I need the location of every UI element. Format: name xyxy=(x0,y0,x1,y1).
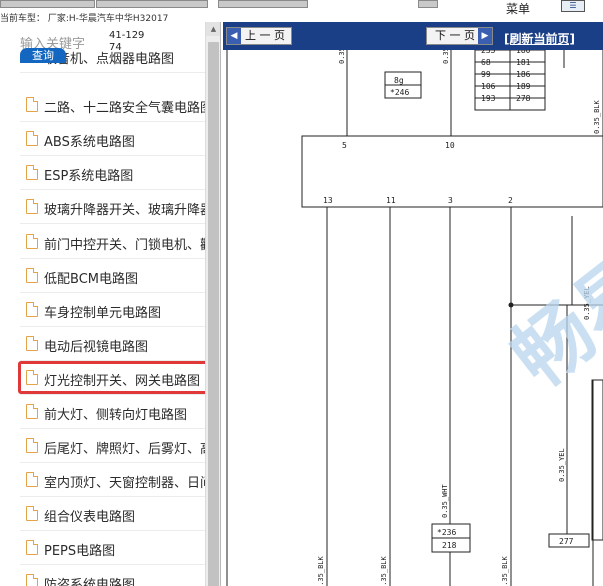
list-item[interactable]: 后尾灯、牌照灯、后雾灯、高 xyxy=(20,430,206,463)
wire-label: 0.35_YEL xyxy=(558,448,566,482)
wiring-diagram: 5 10 13 11 3 2 235 180 68 181 99 186 106… xyxy=(223,50,603,586)
wire-label: 0.35 xyxy=(338,50,346,64)
document-icon xyxy=(26,472,38,487)
menu-icon[interactable]: ☰ xyxy=(561,0,585,12)
box-bottom-label: 218 xyxy=(442,541,457,550)
wire-label: 0.35_BLK xyxy=(593,99,601,134)
next-page-button[interactable]: 下 一 页 ▶ xyxy=(426,27,493,45)
table-cell: 180 xyxy=(516,50,531,55)
table-cell: 235 xyxy=(481,50,496,55)
document-icon xyxy=(26,131,38,146)
toolbar-button[interactable] xyxy=(418,0,438,8)
list-item[interactable]: 电动后视镜电路图 xyxy=(20,328,206,361)
selection-highlight xyxy=(18,361,209,394)
pin-numbers: 5 10 13 11 3 2 xyxy=(323,141,513,205)
table-cell: 181 xyxy=(516,58,531,67)
list-item[interactable]: PEPS电路图 xyxy=(20,532,206,565)
list-item[interactable]: 二路、十二路安全气囊电路图 xyxy=(20,89,206,122)
document-icon xyxy=(26,540,38,555)
list-item[interactable]: 组合仪表电路图 xyxy=(20,498,206,531)
list-item-label: 组合仪表电路图 xyxy=(44,510,136,525)
box-top: 8g *246 xyxy=(384,71,422,99)
table-cell: 186 xyxy=(516,70,531,79)
next-page-label: 下 一 页 xyxy=(435,29,475,42)
list-item[interactable]: 低配BCM电路图 xyxy=(20,260,206,293)
pin-11: 11 xyxy=(386,196,396,205)
arrow-left-icon: ◀ xyxy=(227,28,241,44)
list-item-label: 后尾灯、牌照灯、后雾灯、高 xyxy=(44,442,206,457)
document-icon xyxy=(26,506,38,521)
box-top-label: 8g xyxy=(394,76,404,85)
list-item-label: 二路、十二路安全气囊电路图 xyxy=(44,101,206,116)
wire-label: 0.35_BLK xyxy=(380,555,388,586)
viewer-navbar: ◀ 上 一 页 下 一 页 ▶ [刷新当前页] xyxy=(223,22,603,50)
box-277-label: 277 xyxy=(559,537,574,546)
toolbar-button[interactable] xyxy=(0,0,95,8)
menu-label[interactable]: 菜单 xyxy=(506,0,530,17)
box-bottom-label: *236 xyxy=(437,528,456,537)
list-item-label: 前大灯、侧转向灯电路图 xyxy=(44,408,188,423)
table-cell: 99 xyxy=(481,70,491,79)
document-icon xyxy=(26,438,38,453)
app-window: 当前车型： 厂家:H-华晨汽车中华H32017 菜单 ☰ 输入关键字 41-12… xyxy=(0,0,603,586)
top-toolbar: 当前车型： 厂家:H-华晨汽车中华H32017 菜单 ☰ xyxy=(0,0,603,24)
list-item[interactable]: 玻璃升降器开关、玻璃升降器 xyxy=(20,191,206,224)
list-item-label: 电动后视镜电路图 xyxy=(44,340,149,355)
box-top-label: *246 xyxy=(390,88,409,97)
wire-label: 0.35_BLK xyxy=(501,555,509,586)
list-item-label: 室内顶灯、天窗控制器、日间 xyxy=(44,476,206,491)
toolbar-button[interactable] xyxy=(96,0,208,8)
pin-13: 13 xyxy=(323,196,333,205)
refresh-link[interactable]: [刷新当前页] xyxy=(504,30,575,47)
pin-5: 5 xyxy=(342,141,347,150)
list-item-label: 车身控制单元电路图 xyxy=(44,306,162,321)
list-item[interactable]: 前大灯、侧转向灯电路图 xyxy=(20,396,206,429)
list-item-label: PEPS电路图 xyxy=(44,544,116,559)
document-icon xyxy=(26,268,38,283)
pin-3: 3 xyxy=(448,196,453,205)
scroll-up-icon[interactable]: ▲ xyxy=(206,22,220,36)
table-cell: 278 xyxy=(516,94,531,103)
list-item-label: ABS系统电路图 xyxy=(44,135,135,150)
wire-label: 0.35_BLK xyxy=(317,555,325,586)
table-cell: 106 xyxy=(481,82,496,91)
list-item[interactable]: ESP系统电路图 xyxy=(20,157,206,190)
list-item[interactable]: ABS系统电路图 xyxy=(20,123,206,156)
list-item-label: 防盗系统电路图 xyxy=(44,578,136,586)
list-item[interactable]: 前门中控开关、门锁电机、鹳 xyxy=(20,226,206,259)
document-icon xyxy=(26,234,38,249)
list-item[interactable]: 室内顶灯、天窗控制器、日间 xyxy=(20,464,206,497)
document-icon xyxy=(26,302,38,317)
document-icon xyxy=(26,199,38,214)
pin-2: 2 xyxy=(508,196,513,205)
document-icon xyxy=(26,165,38,180)
prev-page-label: 上 一 页 xyxy=(245,29,285,42)
search-button[interactable]: 查询 xyxy=(20,48,66,63)
arrow-right-icon: ▶ xyxy=(478,28,492,44)
list-item-label: ESP系统电路图 xyxy=(44,169,134,184)
prev-page-button[interactable]: ◀ 上 一 页 xyxy=(226,27,292,45)
list-item[interactable]: 防盗系统电路图 xyxy=(20,566,206,586)
document-icon xyxy=(26,336,38,351)
wire-label: 0.35 xyxy=(442,50,450,64)
table-cell: 189 xyxy=(516,82,531,91)
list-item-label: 低配BCM电路图 xyxy=(44,272,138,287)
diagram-viewer: ◀ 上 一 页 下 一 页 ▶ [刷新当前页] 5 10 13 11 3 2 2… xyxy=(223,22,603,586)
wire-label: 0.35_WHT xyxy=(441,483,449,518)
table-cell: 68 xyxy=(481,58,491,67)
scroll-thumb[interactable] xyxy=(208,42,219,586)
wire-table: 235 180 68 181 99 186 106 189 193 278 xyxy=(474,50,546,111)
table-cell: 193 xyxy=(481,94,496,103)
sidebar: 输入关键字 41-12974 收音机、点烟器电路图 二路、十二路安全气囊电路图 … xyxy=(0,22,221,586)
list-item[interactable]: 车身控制单元电路图 xyxy=(20,294,206,327)
list-item-label: 玻璃升降器开关、玻璃升降器 xyxy=(44,203,206,218)
toolbar-button[interactable] xyxy=(218,0,308,8)
sidebar-scrollbar[interactable]: ▲ xyxy=(205,22,220,586)
document-icon xyxy=(26,404,38,419)
document-icon xyxy=(26,97,38,112)
pin-10: 10 xyxy=(445,141,455,150)
document-icon xyxy=(26,574,38,586)
list-item-label: 前门中控开关、门锁电机、鹳 xyxy=(44,238,206,253)
